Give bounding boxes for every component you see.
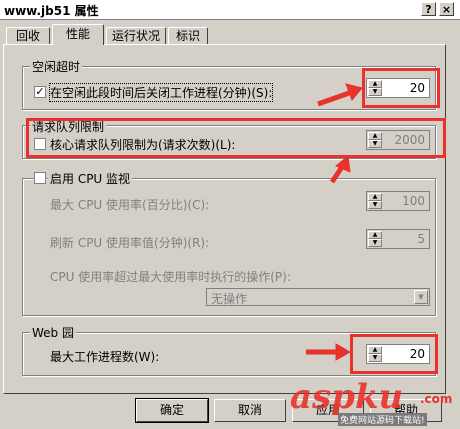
cpu-max-usage-label: 最大 CPU 使用率(百分比)(C): — [50, 198, 210, 212]
watermark-tagline: 免费网站源码下载站! — [338, 413, 427, 426]
close-icon[interactable]: × — [439, 2, 454, 16]
watermark-domain: .com — [420, 392, 453, 406]
spin-up-icon[interactable]: ▲ — [368, 193, 382, 201]
cpu-max-usage-value: 100 — [402, 194, 425, 208]
cpu-monitor-checkbox[interactable] — [34, 172, 46, 184]
spin-up-icon[interactable]: ▲ — [368, 231, 382, 239]
idle-timeout-title: 空闲超时 — [30, 58, 83, 75]
web-garden-spinner[interactable]: ▲ ▼ 20 — [366, 344, 430, 364]
web-garden-value: 20 — [409, 347, 425, 361]
spin-up-icon[interactable]: ▲ — [368, 80, 382, 88]
spin-down-icon[interactable]: ▼ — [368, 239, 382, 247]
help-icon[interactable]: ? — [421, 2, 436, 16]
spin-down-icon[interactable]: ▼ — [368, 354, 382, 362]
cancel-button[interactable]: 取消 — [214, 399, 286, 422]
watermark-logo: aspku — [290, 377, 404, 417]
spinner-buttons[interactable]: ▲ ▼ — [368, 346, 382, 362]
tab-health[interactable]: 运行状况 — [106, 27, 166, 45]
request-queue-spinner[interactable]: ▲ ▼ 2000 — [366, 130, 430, 150]
spin-down-icon[interactable]: ▼ — [368, 140, 382, 148]
cpu-refresh-value: 5 — [417, 232, 425, 246]
cpu-action-value: 无操作 — [211, 292, 248, 306]
spin-down-icon[interactable]: ▼ — [368, 201, 382, 209]
request-queue-checkbox[interactable] — [34, 138, 46, 150]
chevron-down-icon[interactable]: ▼ — [414, 290, 428, 304]
spinner-buttons[interactable]: ▲ ▼ — [368, 231, 382, 247]
idle-timeout-value: 20 — [409, 81, 425, 95]
cpu-action-label: CPU 使用率超过最大使用率时执行的操作(P): — [50, 270, 291, 284]
cpu-action-select[interactable]: 无操作 ▼ — [206, 288, 430, 306]
request-queue-title: 请求队列限制 — [30, 118, 107, 135]
idle-timeout-label: 在空闲此段时间后关闭工作进程(分钟)(S): — [48, 83, 274, 102]
title-bar: www.jb51 属性 ? × — [0, 0, 460, 20]
tab-recycle[interactable]: 回收 — [6, 27, 50, 45]
spin-down-icon[interactable]: ▼ — [368, 88, 382, 96]
cpu-refresh-label: 刷新 CPU 使用率值(分钟)(R): — [50, 236, 210, 250]
request-queue-value: 2000 — [394, 133, 425, 147]
request-queue-label: 核心请求队列限制为(请求次数)(L): — [50, 138, 236, 152]
ok-button[interactable]: 确定 — [135, 398, 209, 423]
cpu-max-usage-spinner[interactable]: ▲ ▼ 100 — [366, 191, 430, 211]
cpu-monitor-title: 启用 CPU 监视 — [48, 170, 133, 187]
web-garden-label: 最大工作进程数(W): — [50, 350, 160, 364]
tab-performance[interactable]: 性能 — [52, 24, 104, 45]
spinner-buttons[interactable]: ▲ ▼ — [368, 193, 382, 209]
web-garden-title: Web 园 — [30, 324, 76, 341]
spin-up-icon[interactable]: ▲ — [368, 346, 382, 354]
idle-timeout-spinner[interactable]: ▲ ▼ 20 — [366, 78, 430, 98]
window-title: www.jb51 属性 — [4, 4, 99, 18]
spin-up-icon[interactable]: ▲ — [368, 132, 382, 140]
tab-identity[interactable]: 标识 — [168, 27, 208, 45]
spinner-buttons[interactable]: ▲ ▼ — [368, 80, 382, 96]
idle-timeout-checkbox[interactable]: ✓ — [34, 86, 46, 98]
cpu-refresh-spinner[interactable]: ▲ ▼ 5 — [366, 229, 430, 249]
spinner-buttons[interactable]: ▲ ▼ — [368, 132, 382, 148]
